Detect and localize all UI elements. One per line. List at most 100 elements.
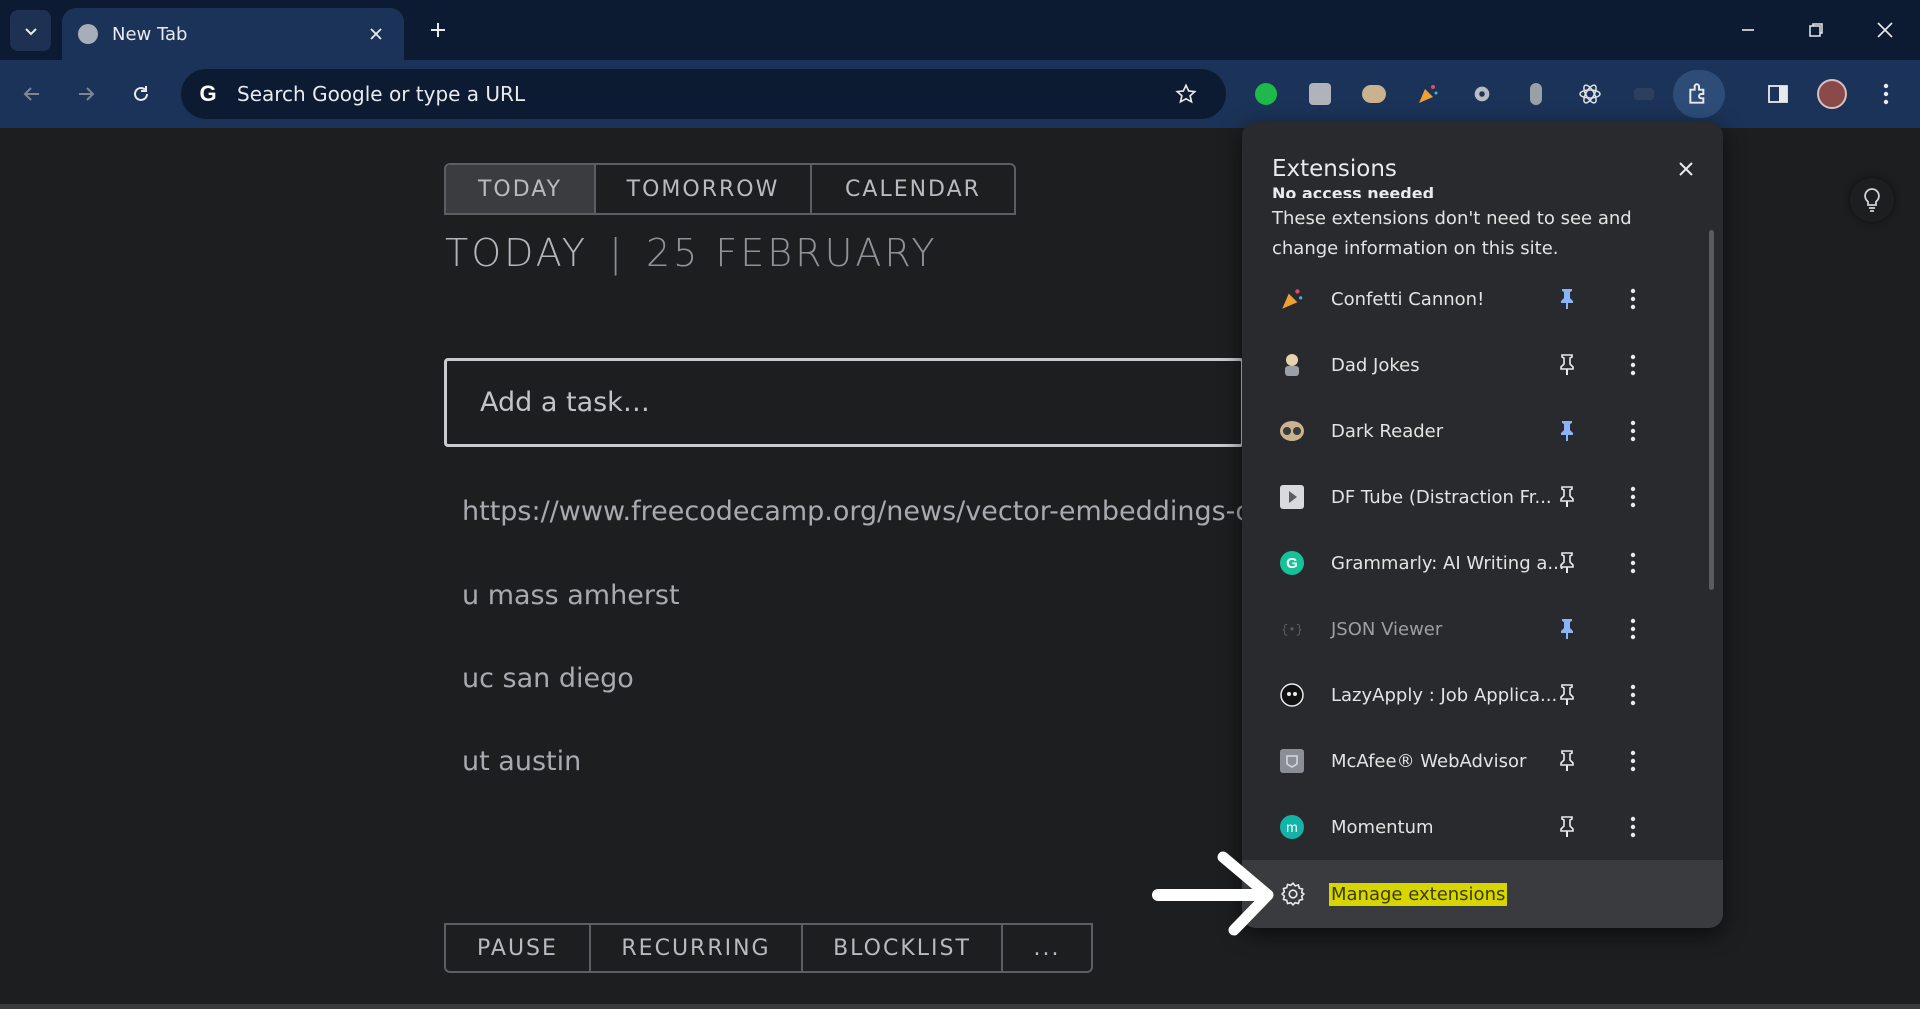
back-button[interactable] xyxy=(14,76,50,112)
toolbar-extension-dark-reader[interactable] xyxy=(1357,77,1391,111)
toolbar-extension-json[interactable] xyxy=(1627,77,1661,111)
toolbar-extension-green[interactable] xyxy=(1249,77,1283,111)
forward-button[interactable] xyxy=(68,76,104,112)
kebab-menu-icon xyxy=(1630,552,1636,574)
pin-button[interactable] xyxy=(1552,284,1582,314)
mcafee-icon xyxy=(1278,747,1306,775)
pin-button[interactable] xyxy=(1552,812,1582,842)
tab-calendar[interactable]: CALENDAR xyxy=(812,165,1014,213)
tab-close-button[interactable] xyxy=(364,22,388,46)
toolbar-extension-dad-jokes[interactable] xyxy=(1519,77,1553,111)
lightbulb-button[interactable] xyxy=(1850,178,1894,222)
tab-more[interactable]: ... xyxy=(1003,925,1091,971)
chevron-down-icon xyxy=(24,27,37,35)
task-item[interactable]: ut austin xyxy=(462,746,581,777)
pin-button[interactable] xyxy=(1552,614,1582,644)
more-options-button[interactable] xyxy=(1618,614,1648,644)
tab-search-button[interactable] xyxy=(10,10,51,51)
bookmark-button[interactable] xyxy=(1168,76,1204,112)
puzzle-icon xyxy=(1689,83,1705,104)
toolbar-extension-k[interactable] xyxy=(1303,77,1337,111)
lazyapply-icon xyxy=(1278,681,1306,709)
svg-text:{•}: {•} xyxy=(1281,623,1303,637)
more-options-button[interactable] xyxy=(1618,812,1648,842)
kebab-menu-icon xyxy=(1630,684,1636,706)
lightbulb-icon xyxy=(1864,188,1880,212)
extension-item-grammarly[interactable]: G Grammarly: AI Writing a... xyxy=(1242,530,1712,596)
tab-blocklist[interactable]: BLOCKLIST xyxy=(803,925,1003,971)
pin-outline-icon xyxy=(1560,486,1574,507)
tab-favicon-icon xyxy=(78,24,98,44)
address-bar[interactable]: G Search Google or type a URL xyxy=(181,69,1226,119)
pin-button[interactable] xyxy=(1552,482,1582,512)
extension-item-dark-reader[interactable]: Dark Reader xyxy=(1242,398,1712,464)
profile-button[interactable] xyxy=(1815,77,1849,111)
toolbar-extension-confetti[interactable] xyxy=(1411,77,1445,111)
reload-button[interactable] xyxy=(123,76,159,112)
extension-name: McAfee® WebAdvisor xyxy=(1331,750,1527,772)
extension-name: LazyApply : Job Applica... xyxy=(1331,684,1558,706)
add-task-placeholder: Add a task… xyxy=(480,387,650,418)
more-options-button[interactable] xyxy=(1618,482,1648,512)
restore-button[interactable] xyxy=(1794,8,1838,52)
toolbar-extension-react[interactable] xyxy=(1573,77,1607,111)
extensions-button[interactable] xyxy=(1673,70,1725,118)
momentum-icon: m xyxy=(1278,813,1306,841)
extension-name: Momentum xyxy=(1331,816,1434,838)
more-options-button[interactable] xyxy=(1618,350,1648,380)
address-bar-placeholder: Search Google or type a URL xyxy=(237,82,526,106)
pin-button[interactable] xyxy=(1552,416,1582,446)
more-options-button[interactable] xyxy=(1618,548,1648,578)
browser-toolbar: G Search Google or type a URL xyxy=(0,60,1920,128)
extension-name: Dark Reader xyxy=(1331,420,1444,442)
extensions-scrollbar[interactable] xyxy=(1709,230,1714,590)
minimize-button[interactable] xyxy=(1726,8,1770,52)
pin-outline-icon xyxy=(1560,816,1574,837)
extension-item-json-viewer[interactable]: {•} JSON Viewer xyxy=(1242,596,1712,662)
extensions-popup: Extensions No access needed These extens… xyxy=(1242,122,1723,928)
manage-extensions-row[interactable]: Manage extensions xyxy=(1242,860,1723,928)
section-heading: No access needed xyxy=(1272,184,1435,198)
forward-arrow-icon xyxy=(79,87,95,101)
task-item[interactable]: https://www.freecodecamp.org/news/vector… xyxy=(462,496,1295,527)
tab-tomorrow[interactable]: TOMORROW xyxy=(596,165,812,213)
side-panel-button[interactable] xyxy=(1761,77,1795,111)
toolbar-extension-settings[interactable] xyxy=(1465,77,1499,111)
pin-button[interactable] xyxy=(1552,350,1582,380)
more-options-button[interactable] xyxy=(1618,746,1648,776)
tab-pause[interactable]: PAUSE xyxy=(446,925,591,971)
new-tab-button[interactable] xyxy=(422,14,454,46)
kebab-menu-icon xyxy=(1630,354,1636,376)
chrome-menu-button[interactable] xyxy=(1869,77,1903,111)
extension-item-df-tube[interactable]: DF Tube (Distraction Fr... xyxy=(1242,464,1712,530)
extensions-title: Extensions xyxy=(1272,156,1397,182)
task-item[interactable]: u mass amherst xyxy=(462,580,680,611)
task-item[interactable]: uc san diego xyxy=(462,663,634,694)
dark-reader-icon xyxy=(1362,85,1386,103)
extension-item-dad-jokes[interactable]: Dad Jokes xyxy=(1242,332,1712,398)
reload-icon xyxy=(134,86,148,101)
manage-extensions-link[interactable]: Manage extensions xyxy=(1329,882,1508,906)
more-options-button[interactable] xyxy=(1618,284,1648,314)
pin-button[interactable] xyxy=(1552,746,1582,776)
gear-icon xyxy=(1474,86,1490,102)
kebab-menu-icon xyxy=(1630,288,1636,310)
df-tube-icon xyxy=(1278,483,1306,511)
close-window-button[interactable] xyxy=(1863,8,1907,52)
tab-recurring[interactable]: RECURRING xyxy=(591,925,803,971)
pin-button[interactable] xyxy=(1552,548,1582,578)
browser-tab-active[interactable]: New Tab xyxy=(62,8,404,60)
extension-item-lazyapply[interactable]: LazyApply : Job Applica... xyxy=(1242,662,1712,728)
more-options-button[interactable] xyxy=(1618,416,1648,446)
tab-today[interactable]: TODAY xyxy=(446,165,596,213)
kebab-menu-icon xyxy=(1630,486,1636,508)
extension-item-mcafee[interactable]: McAfee® WebAdvisor xyxy=(1242,728,1712,794)
plus-icon xyxy=(431,23,445,37)
add-task-input[interactable]: Add a task… xyxy=(444,358,1244,447)
extension-item-confetti[interactable]: Confetti Cannon! xyxy=(1242,266,1712,332)
pin-button[interactable] xyxy=(1552,680,1582,710)
extension-item-momentum[interactable]: m Momentum xyxy=(1242,794,1712,860)
svg-text:m: m xyxy=(1286,819,1298,835)
extensions-close-button[interactable] xyxy=(1669,152,1703,186)
more-options-button[interactable] xyxy=(1618,680,1648,710)
